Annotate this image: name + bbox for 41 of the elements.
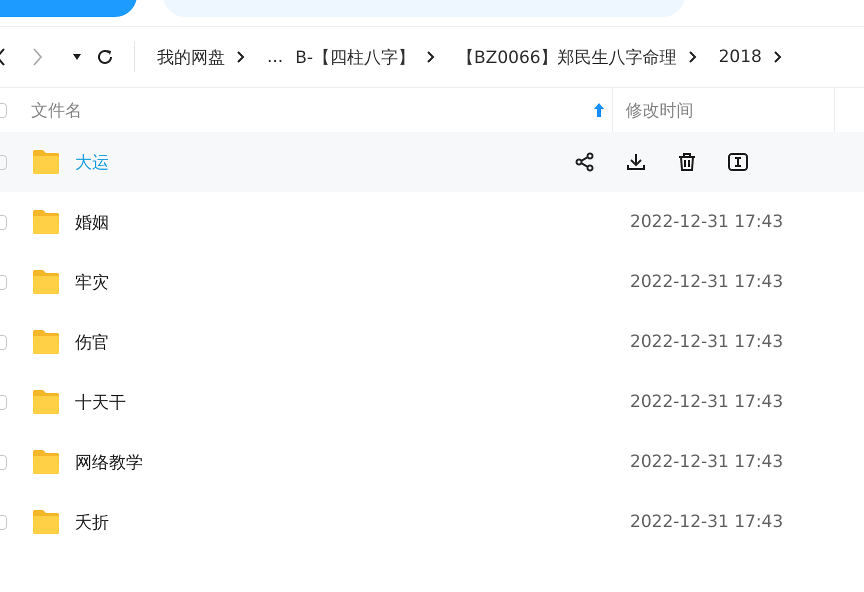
file-row[interactable]: 牢灾 2022-12-31 17:43 — [0, 252, 864, 312]
dropdown-icon[interactable] — [72, 53, 82, 61]
refresh-icon[interactable] — [96, 48, 114, 66]
file-row[interactable]: 夭折 2022-12-31 17:43 — [0, 492, 864, 552]
breadcrumb-item[interactable]: 2018 — [718, 47, 762, 67]
breadcrumb-item[interactable]: 【BZ0066】郑民生八字命理 — [457, 46, 677, 68]
file-name[interactable]: 婚姻 — [75, 210, 485, 234]
folder-icon — [31, 209, 61, 235]
trash-icon[interactable] — [677, 152, 697, 172]
rename-icon[interactable] — [728, 152, 748, 172]
share-icon[interactable] — [575, 152, 595, 172]
file-name[interactable]: 夭折 — [75, 510, 485, 534]
breadcrumb-item[interactable]: B-【四柱八字】 — [295, 46, 416, 68]
forward-icon[interactable] — [32, 48, 42, 66]
chevron-icon — [688, 51, 697, 63]
chevron-icon — [237, 51, 245, 63]
folder-icon — [31, 509, 61, 535]
breadcrumb-item[interactable]: 我的网盘 — [157, 46, 225, 68]
modified-time: 2022-12-31 17:43 — [630, 332, 784, 352]
chevron-icon — [427, 51, 436, 63]
download-icon[interactable] — [626, 152, 646, 172]
file-row[interactable]: 婚姻 2022-12-31 17:43 — [0, 192, 864, 252]
folder-icon — [31, 449, 61, 475]
modified-time: 2022-12-31 17:43 — [630, 392, 784, 412]
file-name[interactable]: 牢灾 — [75, 270, 485, 294]
breadcrumb-item[interactable]: ... — [267, 47, 284, 67]
file-name[interactable]: 十天干 — [75, 390, 485, 414]
file-name[interactable]: 网络教学 — [75, 450, 485, 474]
folder-icon — [31, 149, 61, 175]
folder-icon — [31, 389, 61, 415]
modified-time: 2022-12-31 17:43 — [630, 512, 784, 532]
modified-time: 2022-12-31 17:43 — [630, 452, 784, 472]
file-row[interactable]: 伤官 2022-12-31 17:43 — [0, 312, 864, 372]
file-row[interactable]: 十天干 2022-12-31 17:43 — [0, 372, 864, 432]
modified-time: 2022-12-31 17:43 — [630, 212, 784, 232]
file-row[interactable]: 网络教学 2022-12-31 17:43 — [0, 432, 864, 492]
folder-icon — [31, 269, 61, 295]
file-name[interactable]: 伤官 — [75, 330, 485, 354]
modified-time: 2022-12-31 17:43 — [630, 272, 784, 292]
folder-icon — [31, 329, 61, 355]
chevron-icon — [774, 51, 782, 63]
